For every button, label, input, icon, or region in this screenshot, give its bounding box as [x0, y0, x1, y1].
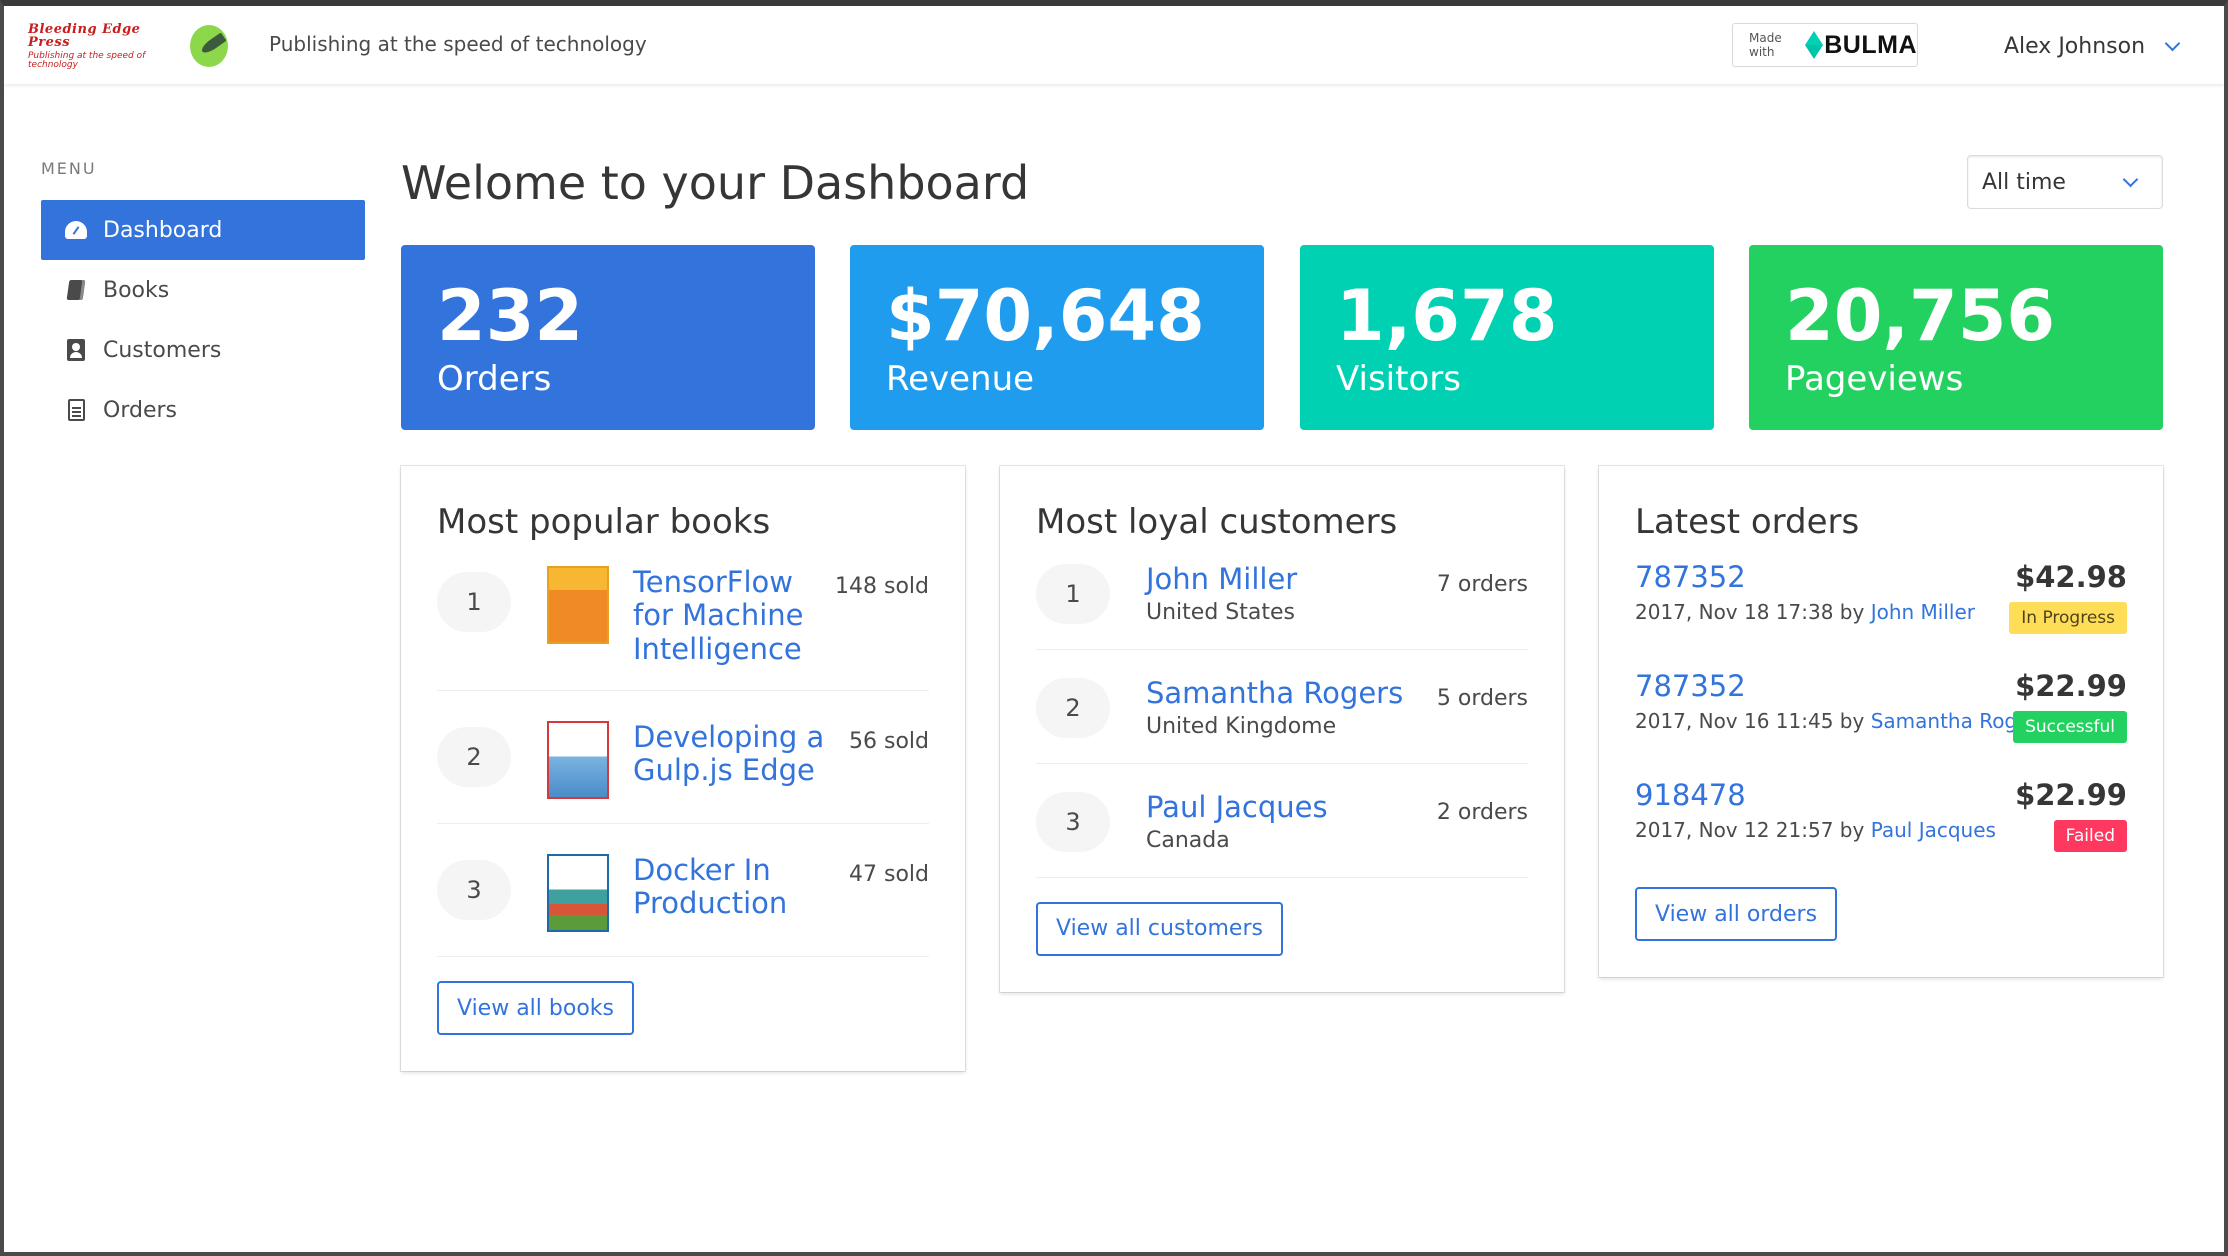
book-cover-image[interactable] [547, 566, 609, 644]
sold-count: 47 sold [849, 862, 929, 888]
list-item: 787352 2017, Nov 16 11:45 by Samantha Ro… [1635, 669, 2127, 778]
book-title-link[interactable]: Developing a Gulp.js Edge [633, 720, 833, 788]
stat-label: Revenue [886, 359, 1035, 399]
book-icon [66, 280, 86, 300]
rank-badge: 2 [437, 727, 511, 788]
navbar: Bleeding Edge Press Publishing at the sp… [4, 6, 2224, 84]
tagline: Publishing at the speed of technology [269, 32, 647, 56]
book-title-link[interactable]: Docker In Production [633, 853, 833, 921]
order-amount: $22.99 [2015, 669, 2127, 703]
rocket-icon [189, 25, 228, 67]
time-range-select[interactable]: All time [1967, 155, 2163, 209]
card-title: Most popular books [437, 502, 771, 542]
view-all-customers-button[interactable]: View all customers [1036, 901, 1283, 956]
stat-tile-orders: 232 Orders [401, 245, 815, 430]
stat-value: $70,648 [886, 275, 1205, 357]
time-range-value: All time [1982, 169, 2066, 195]
customer-country: Canada [1146, 827, 1230, 853]
customer-country: United States [1146, 599, 1295, 625]
stat-tile-revenue: $70,648 Revenue [850, 245, 1264, 430]
book-cover-image[interactable] [547, 721, 609, 800]
bulma-wordmark: BULMA [1824, 30, 1917, 59]
stat-label: Pageviews [1785, 359, 1964, 399]
brand-logo[interactable]: Bleeding Edge Press Publishing at the sp… [28, 18, 228, 74]
rank-badge: 1 [437, 572, 511, 632]
sidebar-item-orders[interactable]: Orders [41, 380, 365, 440]
list-item: 3 Docker In Production 47 sold [437, 848, 929, 958]
sidebar-item-label: Orders [103, 397, 177, 423]
chevron-down-icon [2164, 35, 2181, 52]
made-with-label: Made with [1749, 31, 1782, 59]
card-title: Latest orders [1635, 502, 1860, 542]
card-title: Most loyal customers [1036, 502, 1398, 542]
file-text-icon [67, 399, 85, 421]
order-amount: $42.98 [2015, 560, 2127, 594]
brand-subtitle: Publishing at the speed of technology [28, 50, 146, 70]
rank-badge: 3 [1036, 791, 1110, 852]
stat-label: Visitors [1336, 359, 1461, 399]
menu-label: MENU [41, 159, 97, 178]
sidebar-menu: Dashboard Books Customers Orders [41, 200, 365, 440]
sidebar-item-label: Customers [103, 337, 222, 363]
view-all-orders-button[interactable]: View all orders [1635, 887, 1838, 941]
page-title: Welome to your Dashboard [401, 156, 1030, 210]
stat-value: 1,678 [1336, 275, 1558, 357]
loyal-customers-card: Most loyal customers 1 John Miller Unite… [1000, 466, 1564, 992]
order-customer-link[interactable]: Paul Jacques [1871, 818, 1996, 842]
book-cover-image[interactable] [547, 854, 609, 933]
order-date: 2017, Nov 16 11:45 by [1635, 709, 1865, 733]
book-title-link[interactable]: TensorFlow for Machine Intelligence [633, 565, 833, 666]
order-customer-link[interactable]: John Miller [1871, 600, 1975, 624]
stat-value: 20,756 [1785, 275, 2056, 357]
sold-count: 56 sold [849, 729, 929, 755]
rank-badge: 1 [1036, 564, 1110, 624]
dashboard-icon [65, 221, 87, 239]
brand-name: Bleeding Edge Press [28, 21, 141, 50]
order-count: 7 orders [1436, 572, 1528, 597]
list-item: 787352 2017, Nov 18 17:38 by John Miller… [1635, 560, 2127, 669]
sidebar-item-books[interactable]: Books [41, 260, 365, 320]
status-badge: Failed [2053, 820, 2127, 852]
sidebar-item-label: Dashboard [103, 217, 223, 243]
stat-tile-visitors: 1,678 Visitors [1300, 245, 1714, 430]
stat-label: Orders [437, 359, 552, 399]
order-date: 2017, Nov 18 17:38 by [1635, 600, 1865, 624]
list-item: 1 John Miller United States 7 orders [1036, 560, 1528, 650]
rank-badge: 2 [1036, 677, 1110, 738]
made-with-bulma-badge[interactable]: Made with BULMA [1732, 23, 1918, 67]
sidebar-item-customers[interactable]: Customers [41, 320, 365, 380]
sidebar-item-label: Books [103, 277, 170, 303]
rank-badge: 3 [437, 860, 511, 921]
user-name: Alex Johnson [2004, 34, 2146, 59]
list-item: 2 Samantha Rogers United Kingdome 5 orde… [1036, 674, 1528, 764]
order-amount: $22.99 [2015, 778, 2127, 812]
order-date: 2017, Nov 12 21:57 by [1635, 818, 1865, 842]
list-item: 918478 2017, Nov 12 21:57 by Paul Jacque… [1635, 778, 2127, 887]
order-count: 2 orders [1436, 799, 1528, 825]
sidebar-item-dashboard[interactable]: Dashboard [41, 200, 365, 260]
status-badge: In Progress [2009, 602, 2127, 634]
list-item: 3 Paul Jacques Canada 2 orders [1036, 788, 1528, 878]
contact-icon [67, 339, 85, 361]
user-menu[interactable]: Alex Johnson [2004, 34, 2181, 59]
list-item: 1 TensorFlow for Machine Intelligence 14… [437, 560, 929, 692]
customer-name-link[interactable]: John Miller [1146, 563, 1297, 596]
customer-name-link[interactable]: Samantha Rogers [1146, 677, 1403, 710]
order-count: 5 orders [1436, 685, 1528, 711]
stat-value: 232 [437, 275, 584, 357]
chevron-down-icon [2122, 171, 2139, 188]
customer-country: United Kingdome [1146, 713, 1337, 739]
stat-tile-pageviews: 20,756 Pageviews [1749, 245, 2163, 430]
latest-orders-card: Latest orders 787352 2017, Nov 18 17:38 … [1599, 466, 2163, 977]
popular-books-card: Most popular books 1 TensorFlow for Mach… [401, 466, 965, 1072]
bulma-logo-icon [1805, 31, 1824, 59]
view-all-books-button[interactable]: View all books [437, 981, 634, 1036]
sold-count: 148 sold [835, 574, 929, 599]
list-item: 2 Developing a Gulp.js Edge 56 sold [437, 715, 929, 825]
customer-name-link[interactable]: Paul Jacques [1146, 791, 1328, 824]
status-badge: Successful [2013, 711, 2127, 743]
